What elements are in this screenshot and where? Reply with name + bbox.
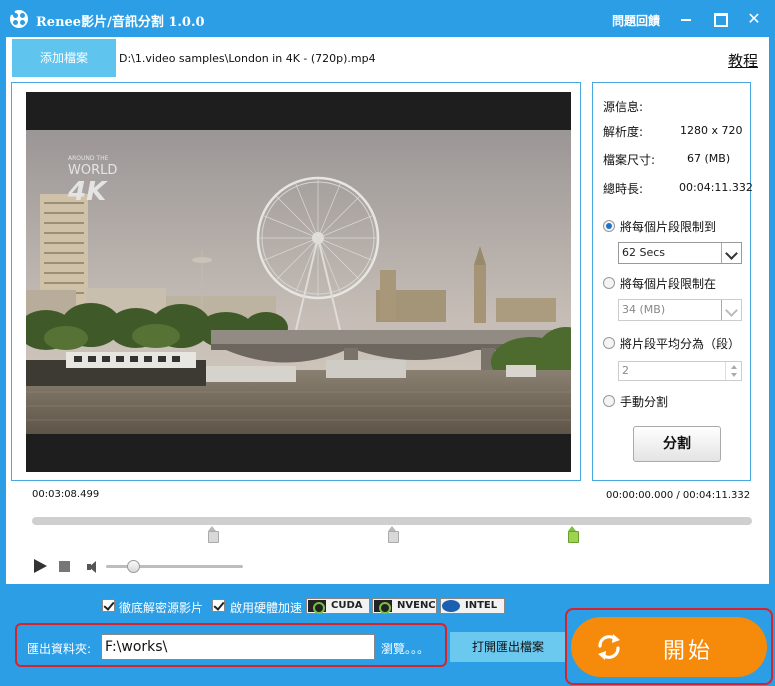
minimize-button[interactable] [676,9,696,29]
gpu-cuda-badge: CUDA [306,598,370,614]
manual-split-radio[interactable] [603,395,615,407]
gpu-nvenc-badge: NVENC [372,598,437,614]
gpu-intel-label: INTEL [465,600,498,611]
resolution-value: 1280 x 720 [680,124,743,137]
gpu-nvenc-label: NVENC [397,600,436,611]
intel-icon [442,600,460,612]
file-size-label: 檔案尺寸: [603,153,656,167]
stepper-down-icon[interactable] [725,371,741,380]
browse-button[interactable]: 瀏覽。。。 [381,640,429,657]
source-info-label: 源信息: [603,100,644,114]
file-size-value: 67 (MB) [687,152,731,165]
split-settings-panel: 源信息: 解析度: 1280 x 720 檔案尺寸: 67 (MB) 總時長: … [592,82,753,481]
play-icon[interactable] [34,559,47,573]
decrypt-source-label: 徹底解密源影片 [119,601,204,615]
output-folder-label: 匯出資料夾: [27,642,92,656]
decrypt-source-checkbox[interactable] [102,599,115,612]
split-evenly-label: 將片段平均分為（段） [620,337,741,351]
chevron-down-icon [721,243,741,263]
segment-marker[interactable] [567,526,579,543]
segment-marker[interactable] [207,526,219,543]
size-select-value: 34 (MB) [622,303,666,316]
time-range: 00:00:00.000 / 00:04:11.332 [606,490,751,501]
video-player[interactable]: AROUND THE WORLD 4K [26,92,571,472]
start-button[interactable]: 開始 [571,617,767,677]
maximize-button[interactable] [710,9,730,29]
output-folder-input[interactable]: F:\works\ [101,634,375,660]
resolution-label: 解析度: [603,125,644,139]
hardware-accel-label: 啟用硬體加速 [230,601,303,615]
video-preview-panel: AROUND THE WORLD 4K [11,82,581,481]
volume-icon[interactable] [87,560,101,574]
split-by-size-radio[interactable] [603,277,615,289]
timeline-track[interactable] [32,517,752,525]
open-output-folder-button[interactable]: 打開匯出檔案 [450,632,566,662]
chevron-down-icon [721,300,741,320]
app-window: Renee影片/音訊分割 1.0.0 問題回饋 ✕ 添加檔案 D:\1.vide… [0,0,775,686]
add-file-button[interactable]: 添加檔案 [12,39,116,77]
segment-marker[interactable] [387,526,399,543]
video-frame: AROUND THE WORLD 4K [26,130,571,434]
nvidia-icon [374,600,392,614]
stop-icon[interactable] [59,561,70,572]
split-by-seconds-label: 將每個片段限制到 [620,220,717,234]
stepper-up-icon[interactable] [725,362,741,371]
feedback-link[interactable]: 問題回饋 [612,12,660,29]
hardware-accel-checkbox[interactable] [212,599,225,612]
title-bar: Renee影片/音訊分割 1.0.0 問題回饋 ✕ [0,0,775,37]
manual-split-label: 手動分割 [620,395,669,409]
split-button[interactable]: 分割 [633,426,721,462]
split-by-seconds-radio[interactable] [603,220,615,232]
video-overlay-line2: WORLD [68,163,117,178]
gpu-cuda-label: CUDA [331,600,363,611]
gpu-intel-badge: INTEL [440,598,505,614]
volume-slider-handle[interactable] [127,560,141,573]
size-select[interactable]: 34 (MB) [618,299,742,321]
seconds-select-value: 62 Secs [622,246,666,259]
split-evenly-radio[interactable] [603,337,615,349]
refresh-icon [598,634,620,660]
nvidia-icon [308,600,326,614]
file-path: D:\1.video samples\London in 4K - (720p)… [119,52,376,65]
segments-value: 2 [622,364,629,377]
current-time: 00:03:08.499 [32,489,100,500]
close-button[interactable]: ✕ [744,9,764,29]
video-overlay-line1: AROUND THE [68,155,109,162]
video-overlay-line3: 4K [67,177,108,207]
app-title: Renee影片/音訊分割 1.0.0 [36,15,205,30]
tutorial-link[interactable]: 教程 [728,50,758,71]
duration-value: 00:04:11.332 [679,181,753,194]
film-reel-icon [10,10,28,28]
split-by-size-label: 將每個片段限制在 [620,277,717,291]
main-panel: 添加檔案 D:\1.video samples\London in 4K - (… [6,37,769,584]
start-label: 開始 [663,639,714,664]
segments-stepper[interactable]: 2 [618,361,742,381]
duration-label: 總時長: [603,182,644,196]
seconds-select[interactable]: 62 Secs [618,242,742,264]
